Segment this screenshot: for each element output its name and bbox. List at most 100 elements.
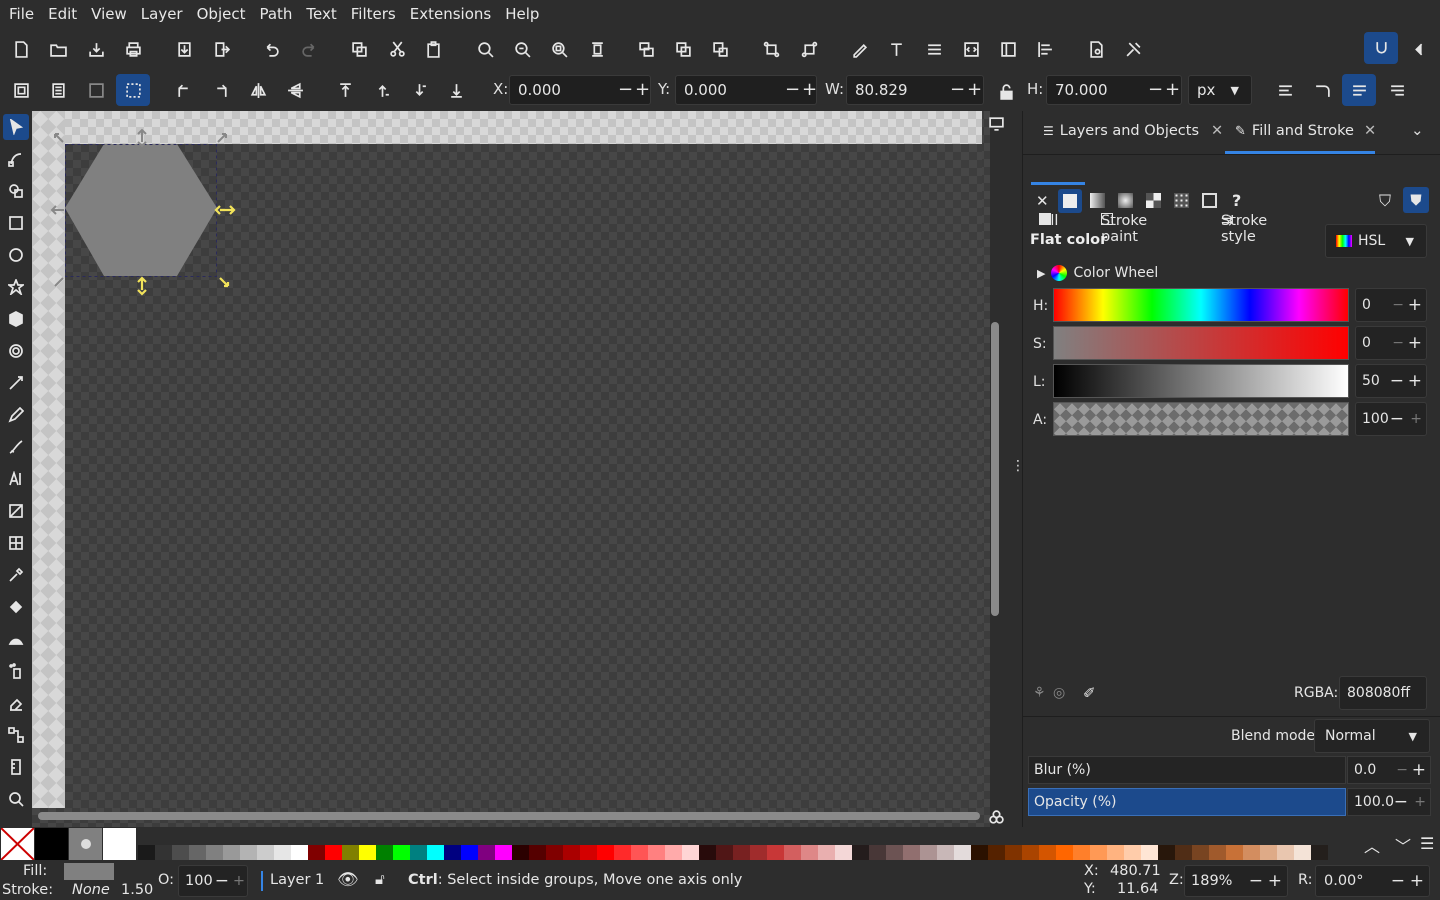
flat-color-button[interactable] <box>1058 189 1082 213</box>
eye-icon[interactable]: 👁︎ <box>337 870 359 890</box>
redo-icon[interactable] <box>296 36 322 62</box>
palette-swatch[interactable] <box>1090 845 1107 860</box>
flip-horizontal-icon[interactable] <box>245 77 271 103</box>
select-all-icon[interactable] <box>8 77 34 103</box>
palette-swatch[interactable] <box>699 845 716 860</box>
bezier-tool-icon[interactable] <box>3 370 29 396</box>
pencil-tool-icon[interactable] <box>3 402 29 428</box>
menu-filters[interactable]: Filters <box>344 0 403 28</box>
palette-swatch[interactable] <box>835 845 852 860</box>
zoom-in-button[interactable]: + <box>1268 871 1282 891</box>
opacity-indicator-field[interactable]: 100− + <box>178 865 248 897</box>
palette-swatch[interactable] <box>1107 845 1124 860</box>
calligraphy-tool-icon[interactable] <box>3 434 29 460</box>
vertical-scrollbar[interactable] <box>991 322 999 616</box>
ungroup-icon[interactable] <box>796 36 822 62</box>
chevron-down-icon[interactable]: ⌄ <box>1411 121 1424 139</box>
document-properties-icon[interactable] <box>1083 36 1109 62</box>
palette-swatch[interactable] <box>274 845 291 860</box>
opacity-indicator-increment[interactable]: + <box>233 873 245 889</box>
rectangle-tool-icon[interactable] <box>3 210 29 236</box>
palette-swatch[interactable] <box>529 845 546 860</box>
menu-object[interactable]: Object <box>190 0 253 28</box>
menu-extensions[interactable]: Extensions <box>403 0 498 28</box>
palette-swatch[interactable] <box>784 845 801 860</box>
close-icon[interactable]: ✕ <box>1211 123 1223 139</box>
connector-tool-icon[interactable] <box>3 722 29 748</box>
menu-view[interactable]: View <box>84 0 134 28</box>
palette-scroll-down-icon[interactable]: ﹀ <box>1395 833 1411 857</box>
palette-swatch[interactable] <box>1073 845 1090 860</box>
palette-swatch[interactable] <box>257 845 274 860</box>
group-icon[interactable] <box>633 36 659 62</box>
palette-swatch[interactable] <box>1192 845 1209 860</box>
dropper-tool-icon[interactable] <box>3 562 29 588</box>
lightness-decrement-button[interactable]: − <box>1390 371 1404 391</box>
y-increment-button[interactable]: + <box>802 81 817 99</box>
saturation-slider[interactable] <box>1053 326 1349 360</box>
export-icon[interactable] <box>208 36 234 62</box>
lightness-increment-button[interactable]: + <box>1408 371 1422 391</box>
opacity-field[interactable]: 100.0− + <box>1347 788 1431 816</box>
color-mode-select[interactable]: HSL ▼ <box>1325 224 1427 258</box>
menu-edit[interactable]: Edit <box>41 0 84 28</box>
h-increment-button[interactable]: + <box>1165 81 1180 99</box>
tab-layers-objects[interactable]: ☰ Layers and Objects ✕ <box>1043 123 1223 139</box>
hue-field[interactable]: 0 − + <box>1355 288 1427 322</box>
rotation-field[interactable]: 0.00° − + <box>1315 865 1430 897</box>
palette-swatch[interactable] <box>716 845 733 860</box>
raise-to-top-icon[interactable] <box>332 77 358 103</box>
stroke-indicator-value[interactable]: None <box>72 882 110 898</box>
palette-swatch[interactable] <box>631 845 648 860</box>
rotate-cw-icon[interactable] <box>208 77 234 103</box>
palette-swatch[interactable] <box>801 845 818 860</box>
palette-swatch[interactable] <box>1311 845 1328 860</box>
star-tool-icon[interactable] <box>3 274 29 300</box>
blur-field[interactable]: 0.0 − + <box>1347 756 1431 784</box>
palette-swatch[interactable] <box>665 845 682 860</box>
palette-swatch[interactable] <box>733 845 750 860</box>
palette-swatch[interactable] <box>1294 845 1311 860</box>
h-decrement-button[interactable]: − <box>1148 81 1163 99</box>
y-decrement-button[interactable]: − <box>785 81 800 99</box>
rotate-ccw-icon[interactable] <box>170 77 196 103</box>
palette-swatch[interactable] <box>410 845 427 860</box>
linear-gradient-icon[interactable] <box>1090 193 1105 208</box>
undo-icon[interactable] <box>258 36 284 62</box>
select-all-layers-icon[interactable] <box>45 77 71 103</box>
no-color-swatch[interactable] <box>0 827 35 861</box>
w-increment-button[interactable]: + <box>967 81 982 99</box>
palette-swatch[interactable] <box>818 845 835 860</box>
palette-swatch[interactable] <box>478 845 495 860</box>
lower-icon[interactable] <box>406 77 432 103</box>
opacity-decrement-button[interactable]: − <box>1394 792 1408 812</box>
paste-icon[interactable] <box>420 36 446 62</box>
lightness-field[interactable]: 50− + <box>1355 364 1427 398</box>
color-picker-icon[interactable]: ✐ <box>1083 684 1096 702</box>
palette-swatch[interactable] <box>767 845 784 860</box>
close-icon[interactable]: ✕ <box>1364 123 1376 139</box>
x-increment-button[interactable]: + <box>635 81 650 99</box>
palette-swatch[interactable] <box>1158 845 1175 860</box>
palette-swatch[interactable] <box>1039 845 1056 860</box>
unit-select[interactable]: px ▼ <box>1188 75 1252 105</box>
x-decrement-button[interactable]: − <box>618 81 633 99</box>
palette-swatch[interactable] <box>1141 845 1158 860</box>
out-of-gamut-icon[interactable]: ◎ <box>1053 685 1065 701</box>
saturation-increment-button[interactable]: + <box>1408 333 1422 353</box>
palette-swatch[interactable] <box>682 845 699 860</box>
menu-layer[interactable]: Layer <box>134 0 190 28</box>
palette-swatch[interactable] <box>138 845 155 860</box>
radial-gradient-icon[interactable] <box>1118 193 1133 208</box>
palette-swatch[interactable] <box>155 845 172 860</box>
zoom-center-page-icon[interactable] <box>584 36 610 62</box>
gradient-tool-icon[interactable] <box>3 498 29 524</box>
zoom-selection-icon[interactable] <box>472 36 498 62</box>
palette-swatch[interactable] <box>342 845 359 860</box>
save-icon[interactable] <box>83 36 109 62</box>
current-layer-select[interactable]: Layer 1 <box>270 872 324 888</box>
palette-swatch[interactable] <box>1022 845 1039 860</box>
palette-swatch[interactable] <box>1124 845 1141 860</box>
palette-swatch[interactable] <box>750 845 767 860</box>
node-tool-icon[interactable] <box>3 146 29 172</box>
